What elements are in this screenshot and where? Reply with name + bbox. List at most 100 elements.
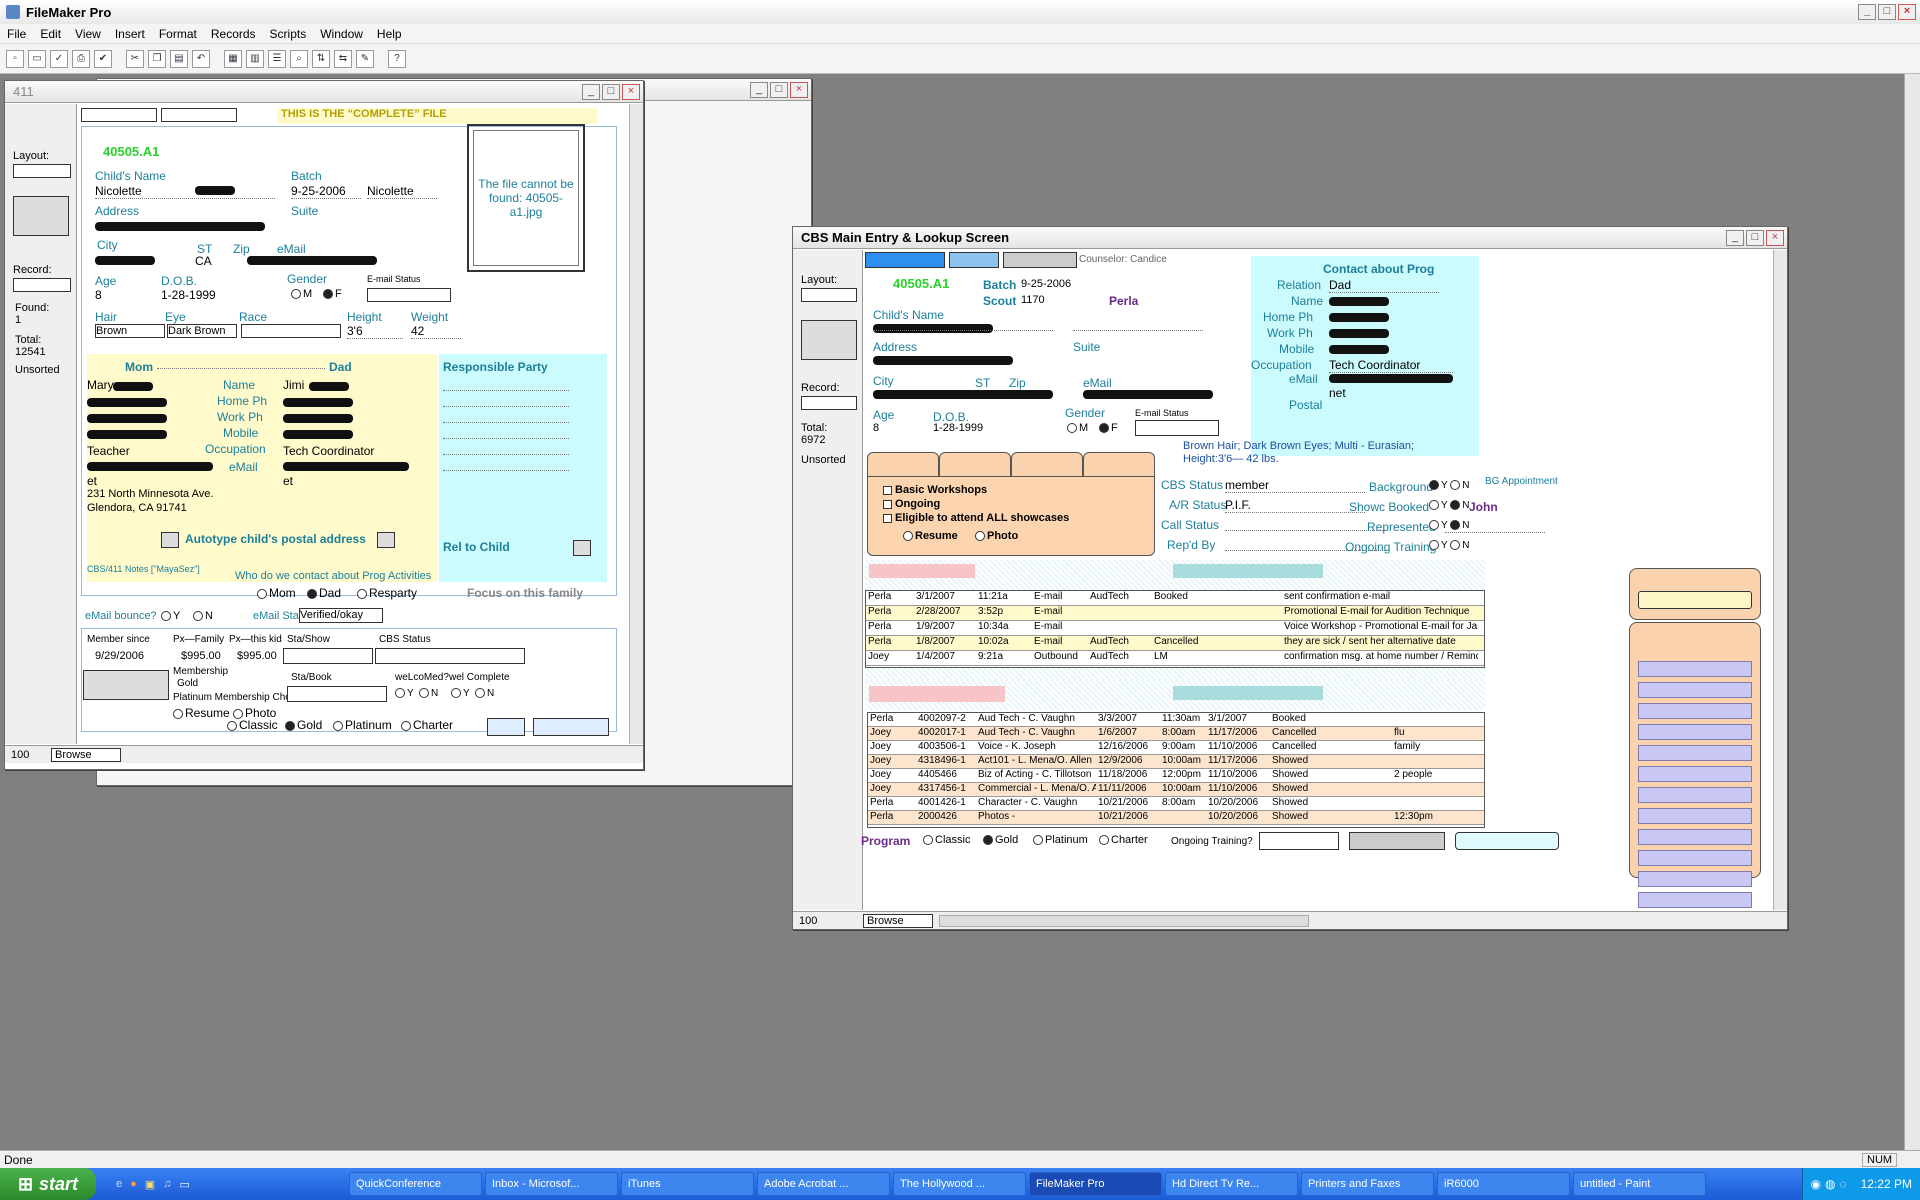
charter-radio[interactable]: Charter bbox=[1099, 834, 1148, 846]
side-panel-field[interactable] bbox=[1638, 808, 1752, 824]
classic-radio[interactable]: Classic bbox=[227, 718, 278, 732]
help-icon[interactable]: ? bbox=[388, 49, 406, 68]
represented-yn[interactable]: Y N bbox=[1429, 520, 1470, 531]
close-button[interactable]: × bbox=[1766, 229, 1784, 246]
menu-scripts[interactable]: Scripts bbox=[263, 27, 314, 41]
taskbar-button[interactable]: QuickConference bbox=[349, 1172, 482, 1196]
layout-menu[interactable] bbox=[801, 288, 857, 302]
menu-file[interactable]: File bbox=[0, 27, 33, 41]
taskbar-button[interactable]: The Hollywood ... bbox=[893, 1172, 1026, 1196]
print-icon[interactable]: ⎙ bbox=[72, 49, 90, 68]
check-eligible[interactable]: Eligible to attend ALL showcases bbox=[883, 512, 1069, 524]
charter-radio[interactable]: Charter bbox=[401, 718, 453, 732]
menu-records[interactable]: Records bbox=[204, 27, 263, 41]
call-status-value[interactable] bbox=[1225, 530, 1385, 531]
tab-4[interactable] bbox=[1083, 452, 1155, 478]
sta-book-field[interactable] bbox=[287, 686, 387, 702]
side-panel-field[interactable] bbox=[1638, 766, 1752, 782]
ie-icon[interactable]: e bbox=[116, 1178, 122, 1191]
gender-m-radio[interactable]: M bbox=[1067, 422, 1088, 434]
taskbar-button[interactable]: Adobe Acrobat ... bbox=[757, 1172, 890, 1196]
gender-f-radio[interactable]: F bbox=[323, 288, 342, 300]
ar-status-value[interactable]: P.I.F. bbox=[1225, 498, 1365, 513]
maximize-button[interactable]: □ bbox=[1878, 4, 1896, 20]
taskbar-button[interactable]: Hd Direct Tv Re... bbox=[1165, 1172, 1298, 1196]
layout-icon[interactable]: ▦ bbox=[224, 49, 242, 68]
check-ongoing[interactable]: Ongoing bbox=[883, 498, 940, 510]
photo-radio[interactable]: Photo bbox=[975, 530, 1018, 542]
cbs-status-field[interactable] bbox=[375, 648, 525, 664]
desktop-icon[interactable]: ▭ bbox=[179, 1178, 189, 1191]
resume-radio[interactable]: Resume bbox=[173, 706, 230, 720]
menu-help[interactable]: Help bbox=[370, 27, 409, 41]
window-411-scrollbar[interactable] bbox=[629, 104, 643, 744]
maximize-button[interactable]: □ bbox=[602, 83, 620, 100]
gold-radio[interactable]: Gold bbox=[285, 718, 322, 732]
contact-dad-radio[interactable]: Dad bbox=[307, 586, 341, 600]
resume-radio[interactable]: Resume bbox=[903, 530, 958, 542]
side-panel-field[interactable] bbox=[1638, 871, 1752, 887]
taskbar-button[interactable]: iTunes bbox=[621, 1172, 754, 1196]
program-field-2[interactable] bbox=[533, 718, 609, 736]
taskbar-button[interactable]: iR6000 bbox=[1437, 1172, 1570, 1196]
side-panel-field[interactable] bbox=[1638, 591, 1752, 609]
minimize-button[interactable]: _ bbox=[750, 81, 768, 98]
dob-value[interactable]: 1-28-1999 bbox=[161, 288, 216, 302]
table-icon[interactable]: ▥ bbox=[246, 49, 264, 68]
classic-radio[interactable]: Classic bbox=[923, 834, 970, 846]
spellcheck-icon[interactable]: ✔ bbox=[94, 49, 112, 68]
ongoing-field-2[interactable] bbox=[1349, 832, 1445, 850]
membership-button[interactable] bbox=[83, 670, 169, 700]
sort-icon[interactable]: ⇅ bbox=[312, 49, 330, 68]
new-icon[interactable]: ▫ bbox=[6, 49, 24, 68]
email-status-field[interactable] bbox=[1135, 420, 1219, 436]
record-input[interactable] bbox=[13, 278, 71, 292]
taskbar-button[interactable]: Printers and Faxes bbox=[1301, 1172, 1434, 1196]
menu-view[interactable]: View bbox=[68, 27, 108, 41]
check-basic-workshops[interactable]: Basic Workshops bbox=[883, 484, 987, 496]
dob-value[interactable]: 1-28-1999 bbox=[933, 422, 983, 434]
bounce-y-radio[interactable]: Y bbox=[161, 610, 180, 622]
side-panel-field[interactable] bbox=[1638, 703, 1752, 719]
cbs-status-value[interactable]: member bbox=[1225, 478, 1365, 493]
booking-row[interactable]: Joey 4002017-1 Aud Tech - C. Vaughn 1/6/200… bbox=[868, 727, 1484, 741]
booking-row[interactable]: Perla 4001426-1 Character - C. Vaughn 10/21… bbox=[868, 797, 1484, 811]
header-field-1[interactable] bbox=[81, 108, 157, 122]
background-yn[interactable]: Y N bbox=[1429, 480, 1470, 491]
zoom-level[interactable]: 100 bbox=[799, 915, 863, 927]
open-icon[interactable]: ▭ bbox=[28, 49, 46, 68]
side-panel-field[interactable] bbox=[1638, 850, 1752, 866]
side-panel-field[interactable] bbox=[1638, 724, 1752, 740]
batch-name[interactable]: Nicolette bbox=[367, 184, 437, 199]
autotype-button-2[interactable] bbox=[377, 532, 395, 548]
occupation-value[interactable]: Tech Coordinator bbox=[1329, 358, 1453, 373]
script-icon[interactable]: ✎ bbox=[356, 49, 374, 68]
header-tab-blue[interactable] bbox=[865, 252, 945, 268]
scout-value[interactable]: 1170 bbox=[1021, 294, 1045, 306]
program-field-1[interactable] bbox=[487, 718, 525, 736]
showc-yn[interactable]: Y N bbox=[1429, 500, 1470, 511]
contact-resp-radio[interactable]: Resparty bbox=[357, 586, 417, 600]
minimize-button[interactable]: _ bbox=[1726, 229, 1744, 246]
booking-row[interactable]: Perla 2000426 Photos - 10/21/2006 10/20/2006… bbox=[868, 811, 1484, 825]
mom-address-line1[interactable]: 231 North Minnesota Ave. bbox=[87, 488, 213, 500]
mom-name[interactable]: Mary bbox=[87, 378, 114, 392]
weight-value[interactable]: 42 bbox=[411, 324, 461, 339]
menu-insert[interactable]: Insert bbox=[108, 27, 152, 41]
list-icon[interactable]: ☰ bbox=[268, 49, 286, 68]
side-panel-field[interactable] bbox=[1638, 787, 1752, 803]
age-value[interactable]: 8 bbox=[873, 422, 879, 434]
photo-frame[interactable]: The file cannot be found: 40505-a1.jpg bbox=[467, 124, 585, 272]
childs-name[interactable]: Nicolette bbox=[95, 184, 275, 199]
tab-1[interactable] bbox=[867, 452, 939, 478]
booking-row[interactable]: Joey 4003506-1 Voice - K. Joseph 12/16/2006… bbox=[868, 741, 1484, 755]
header-tab-grey[interactable] bbox=[1003, 252, 1077, 268]
side-panel-field[interactable] bbox=[1638, 682, 1752, 698]
maximize-button[interactable]: □ bbox=[1746, 229, 1764, 246]
batch-value[interactable]: 9-25-2006 bbox=[1021, 278, 1071, 290]
call-row[interactable]: Joey 1/4/2007 9:21a Outbound AudTech LM confir… bbox=[866, 651, 1484, 666]
call-row[interactable]: Perla 3/1/2007 11:21a E-mail AudTech Booked se… bbox=[866, 591, 1484, 606]
call-row[interactable]: Perla 1/9/2007 10:34a E-mail Voice Workshop … bbox=[866, 621, 1484, 636]
layout-menu[interactable] bbox=[13, 164, 71, 178]
booking-row[interactable]: Joey 4317456-1 Commercial - L. Mena/O. All… bbox=[868, 783, 1484, 797]
